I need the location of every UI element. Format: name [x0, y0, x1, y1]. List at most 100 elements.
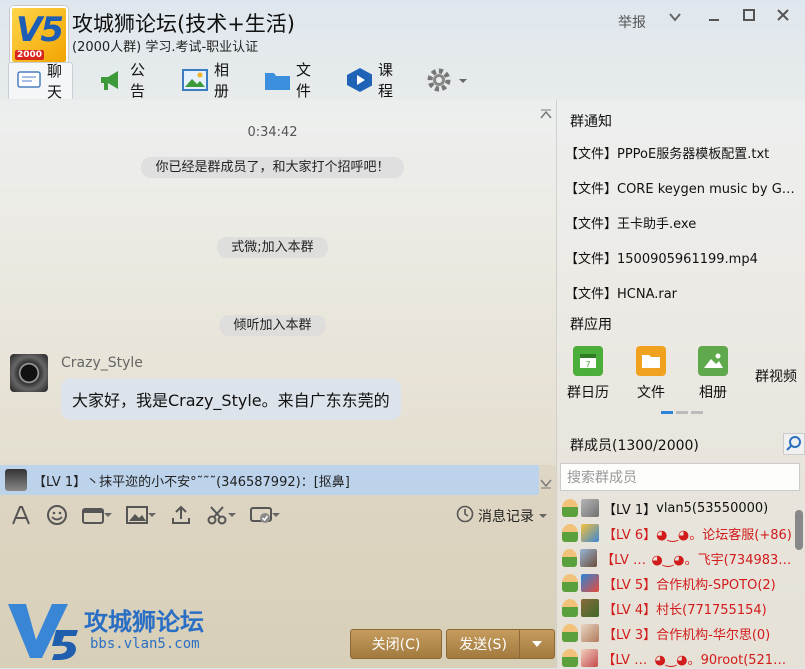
file-notice[interactable]: 【文件】HCNA.rar [565, 283, 805, 302]
app-label: 群视频 [755, 369, 797, 385]
tab-album[interactable]: 相册 [182, 61, 229, 100]
upload-icon[interactable] [170, 504, 192, 526]
member-row[interactable]: 【LV 5】 合作机构-SPOTO(2) [562, 572, 792, 594]
chevron-down-icon [538, 508, 548, 524]
send-button[interactable]: 发送(S) [446, 629, 520, 659]
member-row[interactable]: 【LV 1】 ◕‿◕。90root(52120) [562, 647, 792, 669]
remote-assist-icon[interactable] [250, 505, 280, 525]
member-name: ◕‿◕。90root(52120) [654, 652, 792, 668]
app-calendar[interactable]: 7 群日历 [558, 346, 618, 402]
message-timestamp: 0:34:42 [247, 125, 298, 140]
carousel-dot[interactable] [691, 411, 703, 414]
member-notice-bar[interactable]: 【LV 1】丶抹平迩的小不安°˜˜˜(346587992)：[抠鼻] [0, 465, 539, 495]
avatar [580, 549, 598, 567]
svg-text:7: 7 [585, 360, 590, 369]
member-level: 【LV 5】 [603, 577, 657, 593]
file-notice[interactable]: 【文件】PPPoE服务器模板配置.txt [565, 143, 805, 162]
member-level: 【LV 3】 [603, 627, 657, 643]
file-notice[interactable]: 【文件】CORE keygen music by GHIDORAH.mp3 [565, 178, 803, 197]
close-icon[interactable] [776, 8, 790, 26]
member-name: ◕‿◕。论坛客服(+86) [656, 527, 792, 543]
member-row[interactable]: 【LV 4】 村长(771755154) [562, 597, 792, 619]
tab-label: 文件 [296, 61, 312, 100]
system-message: 式微;加入本群 [217, 237, 328, 258]
chevron-down-icon[interactable] [668, 10, 682, 28]
tab-files[interactable]: 文件 [264, 61, 312, 100]
scroll-up-icon[interactable] [540, 108, 552, 119]
tab-label: 课程 [378, 61, 394, 100]
member-notice-text: 【LV 1】丶抹平迩的小不安°˜˜˜(346587992)：[抠鼻] [33, 474, 350, 490]
message-sender[interactable]: Crazy_Style [61, 355, 143, 371]
member-role-icon [562, 574, 578, 592]
avatar [580, 649, 599, 667]
group-title[interactable]: 攻城狮论坛(技术+生活) [72, 8, 295, 38]
member-name: 合作机构-SPOTO(2) [656, 577, 776, 593]
settings-menu[interactable] [426, 62, 468, 98]
carousel-dots[interactable] [661, 411, 703, 414]
member-list-scrollbar[interactable] [795, 510, 803, 550]
member-row[interactable]: 【LV 6】 ◕‿◕。飞宇(73498320) [562, 547, 792, 569]
course-icon [346, 68, 372, 92]
app-label: 群日历 [567, 385, 609, 401]
app-label: 相册 [699, 385, 727, 401]
search-icon[interactable] [783, 433, 805, 455]
apps-title: 群应用 [570, 317, 612, 333]
emoji-icon[interactable] [46, 504, 68, 526]
chat-icon [17, 69, 41, 93]
avatar [5, 469, 27, 491]
file-notice[interactable]: 【文件】1500905961199.mp4 [565, 248, 805, 267]
tab-announcement[interactable]: 公告 [98, 61, 145, 100]
clock-icon [456, 505, 474, 527]
gif-icon[interactable] [82, 505, 112, 525]
notifications-title: 群通知 [570, 114, 612, 130]
logo-badge: 2000 [15, 50, 45, 60]
message-bubble[interactable]: 大家好，我是Crazy_Style。来自广东东莞的 [61, 378, 401, 420]
send-options-button[interactable] [519, 629, 555, 659]
member-role-icon [562, 624, 578, 642]
chevron-down-icon [458, 71, 468, 89]
photo-icon [698, 346, 728, 376]
member-name: 村长(771755154) [656, 602, 767, 618]
member-row[interactable]: 【LV 6】 ◕‿◕。论坛客服(+86) [562, 522, 792, 544]
member-role-icon [562, 549, 578, 567]
system-message: 你已经是群成员了，和大家打个招呼吧！ [141, 157, 404, 178]
app-album[interactable]: 相册 [683, 346, 743, 402]
member-row[interactable]: 【LV 3】 合作机构-华尔思(0) [562, 622, 792, 644]
system-message-row: 你已经是群成员了，和大家打个招呼吧！ [0, 156, 545, 178]
group-logo[interactable]: V5 2000 [10, 6, 68, 64]
app-files[interactable]: 文件 [621, 346, 681, 402]
member-name: ◕‿◕。飞宇(73498320) [651, 552, 792, 568]
brand-url: bbs.vlan5.com [90, 636, 200, 652]
tab-label: 聊天 [47, 62, 63, 101]
system-message-row: 式微;加入本群 [0, 236, 545, 258]
avatar [581, 574, 599, 592]
image-icon[interactable] [126, 505, 156, 525]
minimize-icon[interactable] [707, 8, 721, 26]
message-history-button[interactable]: 消息记录 [456, 505, 548, 527]
input-toolbar [10, 502, 280, 528]
carousel-dot[interactable] [661, 411, 673, 414]
font-icon[interactable] [10, 504, 32, 526]
megaphone-icon [98, 68, 124, 92]
member-level: 【LV 6】 [601, 552, 652, 568]
member-level: 【LV 4】 [603, 602, 657, 618]
member-search-input[interactable]: 搜索群成员 [560, 463, 800, 491]
forum-brand: 攻城狮论坛 bbs.vlan5.com [6, 600, 206, 662]
maximize-icon[interactable] [742, 8, 756, 26]
close-button[interactable]: 关闭(C) [350, 629, 442, 659]
member-role-icon [562, 649, 578, 667]
tab-chat[interactable]: 聊天 [8, 62, 74, 101]
member-role-icon [562, 499, 578, 517]
brand-name: 攻城狮论坛 [84, 608, 204, 636]
history-label: 消息记录 [478, 509, 534, 525]
scroll-down-icon[interactable] [540, 478, 552, 489]
app-video[interactable]: 群视频 [746, 366, 805, 386]
carousel-dot[interactable] [676, 411, 688, 414]
avatar [581, 599, 599, 617]
file-notice[interactable]: 【文件】王卡助手.exe [565, 213, 805, 232]
member-row[interactable]: 【LV 1】 vlan5(53550000) [562, 497, 792, 519]
report-button[interactable]: 举报 [618, 12, 646, 32]
scissors-icon[interactable] [206, 504, 236, 526]
avatar[interactable] [10, 354, 48, 392]
tab-course[interactable]: 课程 [346, 61, 394, 100]
